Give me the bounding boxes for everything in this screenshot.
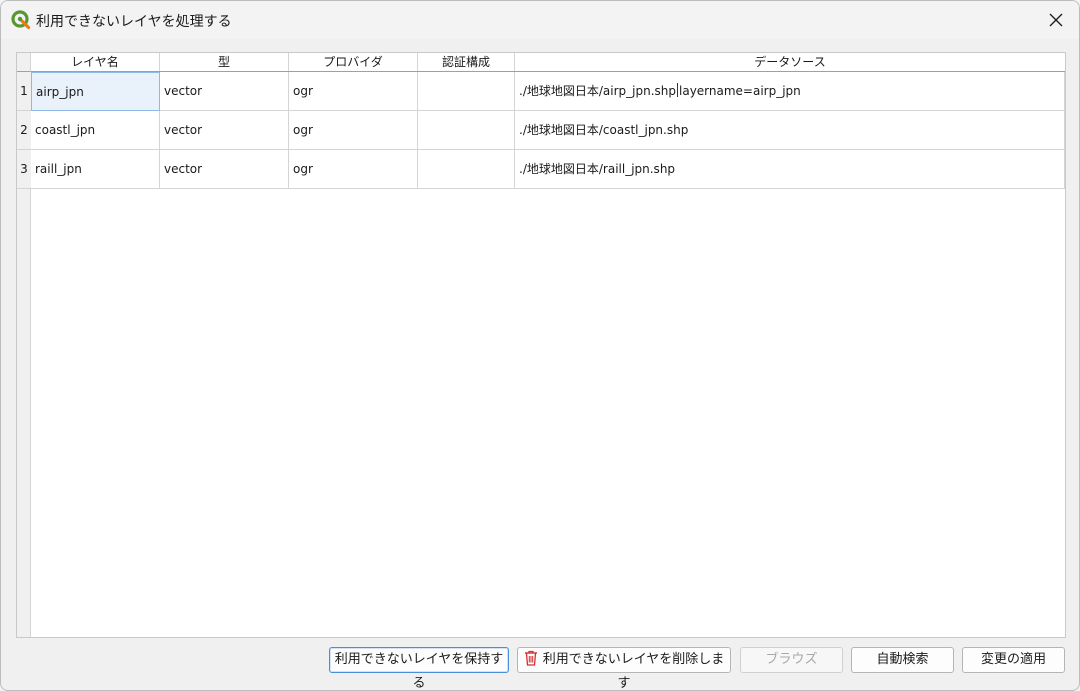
cell-provider[interactable]: ogr [289, 72, 418, 111]
cell-data-source[interactable]: ./地球地図日本/coastl_jpn.shp [515, 111, 1065, 150]
apply-changes-button[interactable]: 変更の適用 [962, 647, 1065, 673]
keep-unavailable-layers-button[interactable]: 利用できないレイヤを保持する [329, 647, 509, 690]
row-header-1[interactable]: 1 [17, 72, 31, 111]
cell-layer-name[interactable]: raill_jpn [31, 150, 160, 189]
title-bar: 利用できないレイヤを処理する [1, 1, 1079, 39]
data-source-path: ./地球地図日本/airp_jpn.shp [519, 84, 676, 98]
row-header-3[interactable]: 3 [17, 150, 31, 189]
table-row[interactable]: raill_jpn vector ogr ./地球地図日本/raill_jpn.… [31, 150, 1065, 189]
column-header-layer-name[interactable]: レイヤ名 [31, 53, 160, 71]
table-corner-button[interactable] [17, 53, 31, 72]
table-row[interactable]: airp_jpn vector ogr ./地球地図日本/airp_jpn.sh… [31, 72, 1065, 111]
trash-icon [524, 650, 537, 666]
remove-button-label: 利用できないレイヤを削除します [542, 652, 725, 691]
cell-provider[interactable]: ogr [289, 111, 418, 150]
close-button[interactable] [1033, 1, 1079, 39]
layers-table[interactable]: レイヤ名 型 プロバイダ 認証構成 データソース 1 2 3 airp_jpn … [16, 52, 1066, 638]
table-header: レイヤ名 型 プロバイダ 認証構成 データソース [31, 53, 1065, 72]
remove-unavailable-layers-button[interactable]: 利用できないレイヤを削除します [517, 647, 731, 690]
cell-layer-name[interactable]: airp_jpn [31, 72, 160, 111]
auto-search-button[interactable]: 自動検索 [851, 647, 954, 673]
cell-type[interactable]: vector [160, 111, 289, 150]
cell-auth-config[interactable] [418, 150, 515, 189]
table-row[interactable]: coastl_jpn vector ogr ./地球地図日本/coastl_jp… [31, 111, 1065, 150]
row-header-2[interactable]: 2 [17, 111, 31, 150]
column-header-provider[interactable]: プロバイダ [289, 53, 418, 71]
cell-provider[interactable]: ogr [289, 150, 418, 189]
column-header-auth-config[interactable]: 認証構成 [418, 53, 515, 71]
cell-data-source[interactable]: ./地球地図日本/airp_jpn.shp layername=airp_jpn [515, 72, 1065, 111]
cell-type[interactable]: vector [160, 72, 289, 111]
column-header-type[interactable]: 型 [160, 53, 289, 71]
text-cursor [677, 83, 678, 97]
browse-button[interactable]: ブラウズ [740, 647, 843, 673]
cell-layer-name[interactable]: coastl_jpn [31, 111, 160, 150]
data-source-layername: layername=airp_jpn [679, 84, 801, 98]
close-icon [1049, 13, 1063, 27]
cell-data-source[interactable]: ./地球地図日本/raill_jpn.shp [515, 150, 1065, 189]
qgis-logo-icon [11, 10, 31, 30]
dialog-window: 利用できないレイヤを処理する レイヤ名 型 プロバイダ 認証構成 データソース … [0, 0, 1080, 691]
column-header-data-source[interactable]: データソース [515, 53, 1065, 71]
cell-type[interactable]: vector [160, 150, 289, 189]
cell-auth-config[interactable] [418, 72, 515, 111]
window-title: 利用できないレイヤを処理する [36, 14, 232, 30]
cell-auth-config[interactable] [418, 111, 515, 150]
row-header-column: 1 2 3 [17, 72, 31, 637]
